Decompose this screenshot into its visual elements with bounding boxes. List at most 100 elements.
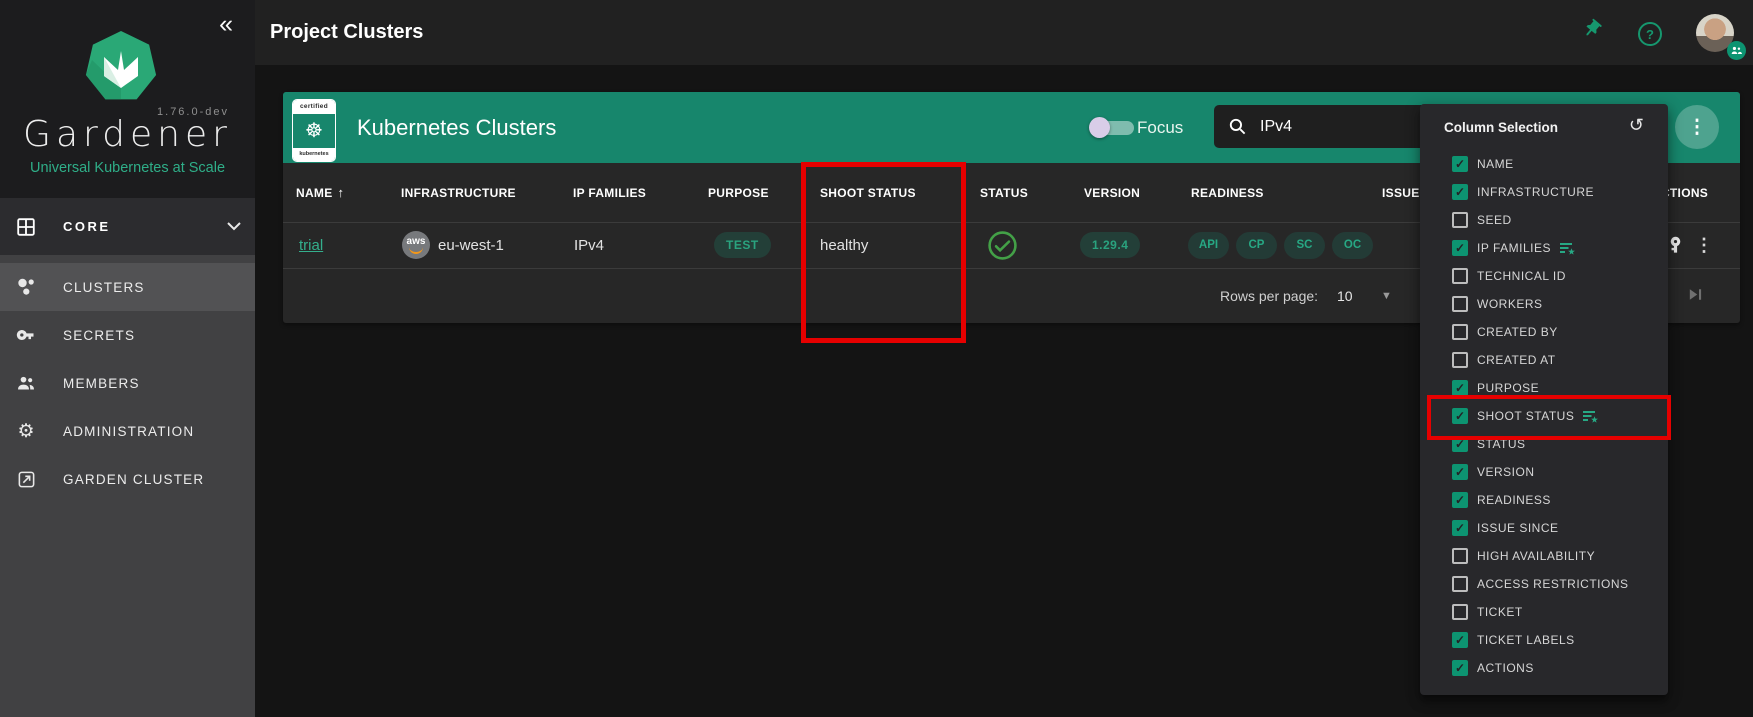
rows-per-page-caret-icon[interactable]: ▼ xyxy=(1381,268,1392,323)
checkbox-unchecked-icon[interactable] xyxy=(1452,352,1468,368)
sidebar-section-core[interactable]: CORE xyxy=(0,198,255,255)
help-icon[interactable]: ? xyxy=(1638,22,1662,46)
column-option-created-at[interactable]: CREATED AT xyxy=(1420,346,1668,374)
sidebar-collapse-button[interactable]: « xyxy=(219,12,233,37)
column-header-ip-families[interactable]: IP FAMILIES xyxy=(573,163,646,222)
cell-infrastructure: awseu-west-1 xyxy=(402,222,504,268)
checkbox-checked-icon[interactable]: ✓ xyxy=(1452,492,1468,508)
topbar: Project Clusters ? xyxy=(255,0,1753,65)
column-header-purpose[interactable]: PURPOSE xyxy=(708,163,769,222)
column-option-label: TICKET xyxy=(1477,605,1523,619)
column-option-technical-id[interactable]: TECHNICAL ID xyxy=(1420,262,1668,290)
checkbox-checked-icon[interactable]: ✓ xyxy=(1452,380,1468,396)
page-title: Project Clusters xyxy=(270,0,423,65)
readiness-pill-cp[interactable]: CP xyxy=(1236,232,1277,259)
column-option-shoot-status[interactable]: ✓SHOOT STATUS xyxy=(1420,402,1668,430)
column-selection-title: Column Selection xyxy=(1444,120,1558,135)
column-option-label: ACTIONS xyxy=(1477,661,1534,675)
readiness-pill-api[interactable]: API xyxy=(1188,232,1229,259)
checkbox-unchecked-icon[interactable] xyxy=(1452,296,1468,312)
table-options-kebab-button[interactable]: ⋮ xyxy=(1675,105,1719,149)
cell-name: trial xyxy=(299,222,323,268)
toggle-knob xyxy=(1089,117,1110,138)
readiness-pill-sc[interactable]: SC xyxy=(1284,232,1325,259)
checkbox-checked-icon[interactable]: ✓ xyxy=(1452,464,1468,480)
checkbox-checked-icon[interactable]: ✓ xyxy=(1452,240,1468,256)
checkbox-checked-icon[interactable]: ✓ xyxy=(1452,408,1468,424)
checkbox-unchecked-icon[interactable] xyxy=(1452,604,1468,620)
column-option-status[interactable]: ✓ STATUS xyxy=(1420,430,1668,458)
column-option-ticket[interactable]: TICKET xyxy=(1420,598,1668,626)
column-option-label: TECHNICAL ID xyxy=(1477,269,1566,283)
column-header-label: NAME xyxy=(296,186,333,200)
checkbox-checked-icon[interactable]: ✓ xyxy=(1452,632,1468,648)
sidebar-item-secrets[interactable]: SECRETS xyxy=(0,311,255,359)
readiness-pill-oc[interactable]: OC xyxy=(1332,232,1373,259)
checkbox-unchecked-icon[interactable] xyxy=(1452,268,1468,284)
column-option-name[interactable]: ✓NAME xyxy=(1420,150,1668,178)
checkbox-checked-icon[interactable]: ✓ xyxy=(1452,660,1468,676)
column-option-label: INFRASTRUCTURE xyxy=(1477,185,1594,199)
sidebar-item-garden-cluster[interactable]: GARDEN CLUSTER xyxy=(0,455,255,503)
checkbox-unchecked-icon[interactable] xyxy=(1452,548,1468,564)
chevron-down-icon xyxy=(227,218,241,236)
column-header-shoot-status[interactable]: SHOOT STATUS xyxy=(820,163,916,222)
column-option-label: STATUS xyxy=(1477,437,1526,451)
column-selection-list: ✓NAME✓INFRASTRUCTURESEED✓IP FAMILIESTECH… xyxy=(1420,150,1668,682)
last-page-button[interactable] xyxy=(1685,284,1706,310)
focus-toggle[interactable] xyxy=(1089,114,1141,140)
sidebar-item-members[interactable]: MEMBERS xyxy=(0,359,255,407)
sidebar: « 1.76.0-dev Gardener Universal Kubernet… xyxy=(0,0,255,717)
column-option-created-by[interactable]: CREATED BY xyxy=(1420,318,1668,346)
pin-icon[interactable] xyxy=(1580,18,1603,46)
column-header-label: STATUS xyxy=(980,186,1028,200)
sidebar-item-label: GARDEN CLUSTER xyxy=(63,472,204,487)
checkbox-checked-icon[interactable]: ✓ xyxy=(1452,436,1468,452)
column-option-workers[interactable]: WORKERS xyxy=(1420,290,1668,318)
column-header-label: SHOOT STATUS xyxy=(820,186,916,200)
checkbox-unchecked-icon[interactable] xyxy=(1452,576,1468,592)
version-chip[interactable]: 1.29.4 xyxy=(1080,232,1140,258)
sidebar-item-label: ADMINISTRATION xyxy=(63,424,194,439)
key-icon xyxy=(15,325,37,345)
reset-columns-icon[interactable]: ↺ xyxy=(1629,116,1644,134)
column-option-infrastructure[interactable]: ✓ INFRASTRUCTURE xyxy=(1420,178,1668,206)
sidebar-item-clusters[interactable]: CLUSTERS xyxy=(0,263,255,311)
checkbox-checked-icon[interactable]: ✓ xyxy=(1452,156,1468,172)
column-option-seed[interactable]: SEED xyxy=(1420,206,1668,234)
column-option-label: READINESS xyxy=(1477,493,1551,507)
column-option-label: TICKET LABELS xyxy=(1477,633,1575,647)
checkbox-unchecked-icon[interactable] xyxy=(1452,212,1468,228)
column-option-readiness[interactable]: ✓ READINESS xyxy=(1420,486,1668,514)
column-option-version[interactable]: ✓VERSION xyxy=(1420,458,1668,486)
checkbox-checked-icon[interactable]: ✓ xyxy=(1452,184,1468,200)
column-header-readiness[interactable]: READINESS xyxy=(1191,163,1264,222)
column-option-ticket-labels[interactable]: ✓ TICKET LABELS xyxy=(1420,626,1668,654)
column-header-name[interactable]: NAME↑ xyxy=(296,163,344,222)
kubeconfig-key-icon[interactable] xyxy=(1666,236,1685,255)
column-option-actions[interactable]: ✓ ACTIONS xyxy=(1420,654,1668,682)
column-option-access-restrictions[interactable]: ACCESS RESTRICTIONS xyxy=(1420,570,1668,598)
sidebar-section-label: CORE xyxy=(63,219,111,234)
row-kebab-button[interactable]: ⋮ xyxy=(1695,235,1713,256)
cluster-name-link[interactable]: trial xyxy=(299,237,323,254)
checkbox-checked-icon[interactable]: ✓ xyxy=(1452,520,1468,536)
column-option-issue-since[interactable]: ✓ISSUE SINCE xyxy=(1420,514,1668,542)
column-header-infrastructure[interactable]: INFRASTRUCTURE xyxy=(401,163,516,222)
column-header-label: PURPOSE xyxy=(708,186,769,200)
question-mark-glyph: ? xyxy=(1646,27,1654,42)
sidebar-item-administration[interactable]: ⚙ADMINISTRATION xyxy=(0,407,255,455)
column-option-ip-families[interactable]: ✓IP FAMILIES xyxy=(1420,234,1668,262)
column-header-label: INFRASTRUCTURE xyxy=(401,186,516,200)
gardener-logo xyxy=(84,30,158,106)
checkbox-unchecked-icon[interactable] xyxy=(1452,324,1468,340)
rows-per-page-select[interactable]: 10 xyxy=(1337,268,1353,323)
column-header-label: READINESS xyxy=(1191,186,1264,200)
column-header-status[interactable]: STATUS xyxy=(980,163,1028,222)
purpose-chip: TEST xyxy=(714,232,771,258)
column-option-purpose[interactable]: ✓PURPOSE xyxy=(1420,374,1668,402)
column-header-version[interactable]: VERSION xyxy=(1084,163,1140,222)
column-option-high-availability[interactable]: HIGH AVAILABILITY xyxy=(1420,542,1668,570)
status-ok-icon[interactable] xyxy=(987,230,1018,261)
ip-families-value: IPv4 xyxy=(574,237,604,254)
